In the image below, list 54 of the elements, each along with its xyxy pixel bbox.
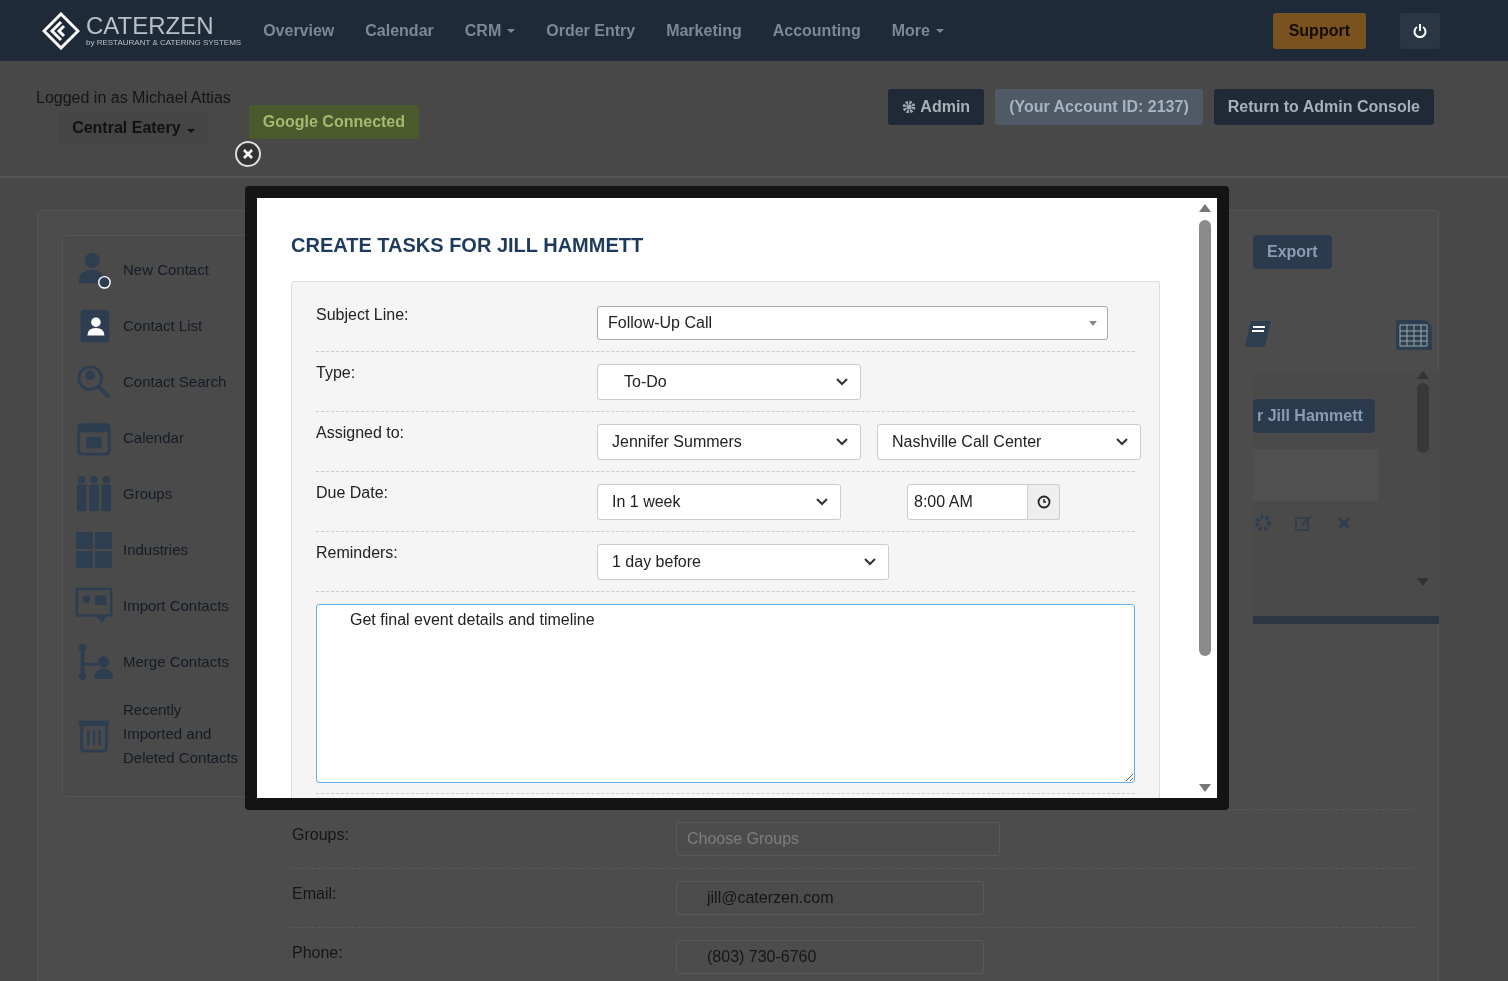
time-field[interactable]: 8:00 AM — [907, 484, 1028, 520]
field-label: Type: — [316, 364, 357, 382]
dialog-title: CREATE TASKS FOR JILL HAMMETT — [291, 234, 645, 257]
chevron-down-icon — [836, 378, 848, 386]
google-connected-button[interactable]: Google Connected — [248, 105, 420, 139]
scrollbar[interactable] — [1415, 371, 1431, 586]
create-task-button[interactable]: r Jill Hammett — [1253, 399, 1375, 433]
industry-tiles-icon — [75, 530, 113, 570]
chevron-down-icon — [864, 558, 876, 566]
clock-button[interactable] — [1028, 484, 1060, 520]
input-field[interactable]: (803) 730-6760 — [676, 940, 984, 974]
gear-icon — [902, 100, 917, 114]
notes-field[interactable]: Get final event details and timeline — [316, 604, 1135, 783]
type-select[interactable]: To-Do — [597, 364, 861, 400]
brand-tagline: by RESTAURANT & CATERING SYSTEMS — [86, 38, 242, 47]
nav-link[interactable]: Order Entry — [546, 21, 636, 40]
input-field[interactable]: jill@caterzen.com — [676, 881, 984, 915]
field-label: Email: — [292, 885, 338, 903]
admin-button[interactable]: Admin — [888, 89, 985, 125]
close-icon[interactable] — [234, 141, 261, 167]
nav-link[interactable]: More — [891, 21, 944, 40]
chevron-down-icon — [816, 498, 828, 506]
power-button[interactable] — [1400, 12, 1440, 49]
power-icon — [1412, 22, 1428, 39]
field-label: Due Date: — [316, 484, 390, 502]
brand-name: CATERZEN — [86, 14, 215, 38]
nav-link[interactable]: Marketing — [666, 21, 742, 40]
subject-select[interactable]: Follow-Up Call — [597, 306, 1108, 340]
return-admin-button[interactable]: Return to Admin Console — [1213, 89, 1434, 125]
nav-link[interactable]: Accounting — [772, 21, 861, 40]
nav-link[interactable]: Calendar — [365, 21, 434, 40]
field-label: Phone: — [292, 944, 344, 962]
field-label: Subject Line: — [316, 306, 410, 324]
team-select[interactable]: Nashville Call Center — [877, 424, 1141, 460]
people-icon — [75, 474, 113, 514]
chevron-down-icon — [1116, 438, 1128, 446]
export-button[interactable]: Export — [1253, 235, 1332, 269]
book-icon[interactable] — [1243, 319, 1273, 349]
due-date-select[interactable]: In 1 week — [597, 484, 841, 520]
nav-link[interactable]: Overview — [263, 21, 335, 40]
dialog-scrollbar[interactable] — [1198, 204, 1212, 792]
nav-link[interactable]: CRM — [464, 21, 516, 40]
diamond-logo-icon — [42, 11, 80, 50]
import-card-icon — [75, 586, 113, 626]
field-label: Reminders: — [316, 544, 399, 562]
account-id-button[interactable]: (Your Account ID: 2137) — [995, 89, 1203, 125]
spreadsheet-icon[interactable] — [1395, 319, 1433, 351]
field-label: Assigned to: — [316, 424, 406, 442]
field-label: Groups: — [292, 826, 350, 844]
reminders-select[interactable]: 1 day before — [597, 544, 889, 580]
support-button[interactable]: Support — [1272, 12, 1366, 49]
clock-icon — [1036, 495, 1051, 509]
assignee-select[interactable]: Jennifer Summers — [597, 424, 861, 460]
chevron-down-icon — [836, 438, 848, 446]
